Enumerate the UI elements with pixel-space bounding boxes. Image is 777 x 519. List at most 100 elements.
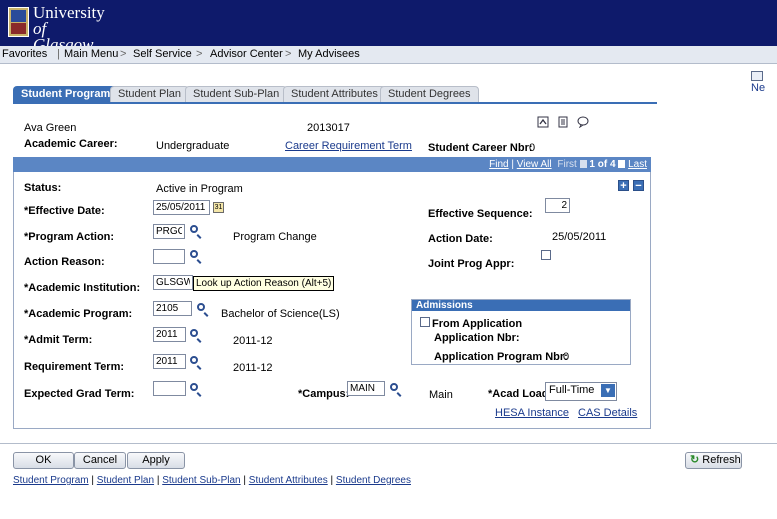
application-program-nbr-label: Application Program Nbr: (434, 351, 568, 363)
self-service-menu[interactable]: Self Service (133, 48, 192, 60)
lookup-requirement-term-icon[interactable] (190, 356, 198, 364)
action-reason-label: Action Reason: (24, 256, 105, 268)
footer-divider: | (243, 475, 246, 486)
lookup-admit-term-icon[interactable] (190, 329, 198, 337)
footer-link-student-plan[interactable]: Student Plan (97, 475, 154, 486)
career-requirement-term-link[interactable]: Career Requirement Term (285, 140, 412, 152)
action-reason-input[interactable] (153, 249, 185, 264)
from-application-label: From Application (432, 318, 523, 330)
breadcrumb: Favorites | Main Menu > Self Service > A… (0, 46, 777, 64)
refresh-button[interactable]: ↻ Refresh (685, 452, 742, 469)
application-nbr-label: Application Nbr: (434, 332, 520, 344)
effective-sequence-label: Effective Sequence: (428, 208, 533, 220)
grid-nav: Find | View All First 1 of 4 Last (489, 159, 647, 170)
action-date-label: Action Date: (428, 233, 493, 245)
lookup-academic-program-icon[interactable] (197, 303, 205, 311)
admit-term-desc: 2011-12 (233, 335, 273, 347)
lookup-campus-icon[interactable] (390, 383, 398, 391)
chevron-down-icon: ▼ (601, 384, 615, 397)
footer-link-student-attributes[interactable]: Student Attributes (249, 475, 328, 486)
expected-grad-term-input[interactable] (153, 381, 186, 396)
student-name: Ava Green (24, 122, 77, 134)
program-action-desc: Program Change (233, 231, 317, 243)
lookup-action-reason-icon[interactable] (190, 250, 198, 258)
admissions-title: Admissions (412, 300, 630, 311)
joint-prog-appr-label: Joint Prog Appr: (428, 258, 515, 270)
admit-term-input[interactable] (153, 327, 186, 342)
breadcrumb-divider: | (57, 48, 60, 60)
effective-date-input[interactable] (153, 200, 210, 215)
academic-career-value: Undergraduate (156, 140, 230, 152)
divider (0, 443, 777, 444)
expected-grad-term-label: Expected Grad Term: (24, 388, 135, 400)
tab-student-attributes[interactable]: Student Attributes (283, 86, 386, 103)
footer-link-student-degrees[interactable]: Student Degrees (336, 475, 411, 486)
top-banner: University of Glasgow (0, 0, 777, 53)
lookup-program-action-icon[interactable] (190, 225, 198, 233)
requirement-term-input[interactable] (153, 354, 186, 369)
effective-date-label: *Effective Date: (24, 205, 105, 217)
tab-student-plan[interactable]: Student Plan (110, 86, 189, 103)
footer-divider: | (330, 475, 334, 486)
effective-sequence-input[interactable] (545, 198, 570, 213)
academic-program-input[interactable] (153, 301, 192, 316)
from-application-checkbox[interactable] (420, 317, 430, 327)
cancel-button[interactable]: Cancel (74, 452, 126, 469)
acad-load-select[interactable]: Full-Time ▼ (545, 382, 617, 401)
main-menu[interactable]: Main Menu (64, 48, 118, 60)
tab-student-sub-plan[interactable]: Student Sub-Plan (185, 86, 288, 103)
campus-desc: Main (429, 389, 453, 401)
tab-student-degrees[interactable]: Student Degrees (380, 86, 479, 103)
breadcrumb-separator: > (285, 48, 292, 60)
admissions-group: Admissions From Application Application … (411, 299, 631, 365)
lookup-tooltip: Look up Action Reason (Alt+5) (193, 276, 335, 291)
find-link[interactable]: Find (489, 159, 508, 170)
apply-button[interactable]: Apply (127, 452, 185, 469)
university-logo[interactable]: University of Glasgow (8, 4, 108, 53)
cas-details-link[interactable]: CAS Details (578, 407, 637, 419)
view-all-link[interactable]: View All (517, 159, 552, 170)
row-position: 1 of 4 (589, 159, 616, 170)
grid-navigation-bar: Find | View All First 1 of 4 Last (13, 157, 651, 172)
delete-row-icon[interactable]: − (633, 180, 644, 192)
student-career-nbr-value: 0 (529, 142, 536, 154)
new-window-icon (751, 71, 763, 82)
new-window-label: Ne (751, 82, 766, 94)
tab-underline (13, 102, 657, 104)
new-window-link[interactable]: Ne (751, 70, 777, 94)
requirement-term-desc: 2011-12 (233, 362, 273, 374)
academic-program-desc: Bachelor of Science(LS) (221, 308, 340, 320)
refresh-icon: ↻ (690, 454, 700, 466)
next-arrow-icon[interactable] (618, 160, 626, 169)
footer-divider: | (156, 475, 160, 486)
prev-arrow-icon[interactable] (579, 160, 587, 169)
student-id: 2013017 (307, 122, 350, 134)
acad-load-label: *Acad Load: (488, 388, 553, 400)
campus-input[interactable] (347, 381, 385, 396)
favorites-menu[interactable]: Favorites (2, 48, 47, 60)
last-link[interactable]: Last (628, 159, 647, 170)
ok-button[interactable]: OK (13, 452, 74, 469)
joint-prog-appr-checkbox[interactable] (541, 250, 551, 260)
advisor-center-menu[interactable]: Advisor Center (210, 48, 283, 60)
academic-career-label: Academic Career: (24, 138, 118, 150)
notepad-icon[interactable] (537, 116, 549, 128)
my-advisees-link[interactable]: My Advisees (298, 48, 360, 60)
campus-label: *Campus: (298, 388, 350, 400)
program-action-input[interactable] (153, 224, 185, 239)
academic-institution-input[interactable] (153, 275, 193, 290)
lookup-expected-grad-icon[interactable] (190, 383, 198, 391)
requirement-term-label: Requirement Term: (24, 361, 125, 373)
add-row-icon[interactable]: + (618, 180, 629, 192)
application-program-nbr-value: 0 (563, 351, 570, 363)
footer-links: Student Program | Student Plan | Student… (13, 475, 411, 486)
footer-link-student-sub-plan[interactable]: Student Sub-Plan (162, 475, 240, 486)
calendar-icon[interactable]: 31 (213, 202, 224, 213)
breadcrumb-separator: > (196, 48, 203, 60)
hesa-instance-link[interactable]: HESA Instance (495, 407, 569, 419)
report-icon[interactable] (557, 116, 569, 128)
status-value: Active in Program (156, 183, 243, 195)
footer-link-student-program[interactable]: Student Program (13, 475, 89, 486)
comment-icon[interactable] (577, 116, 589, 128)
academic-institution-label: *Academic Institution: (24, 282, 141, 294)
